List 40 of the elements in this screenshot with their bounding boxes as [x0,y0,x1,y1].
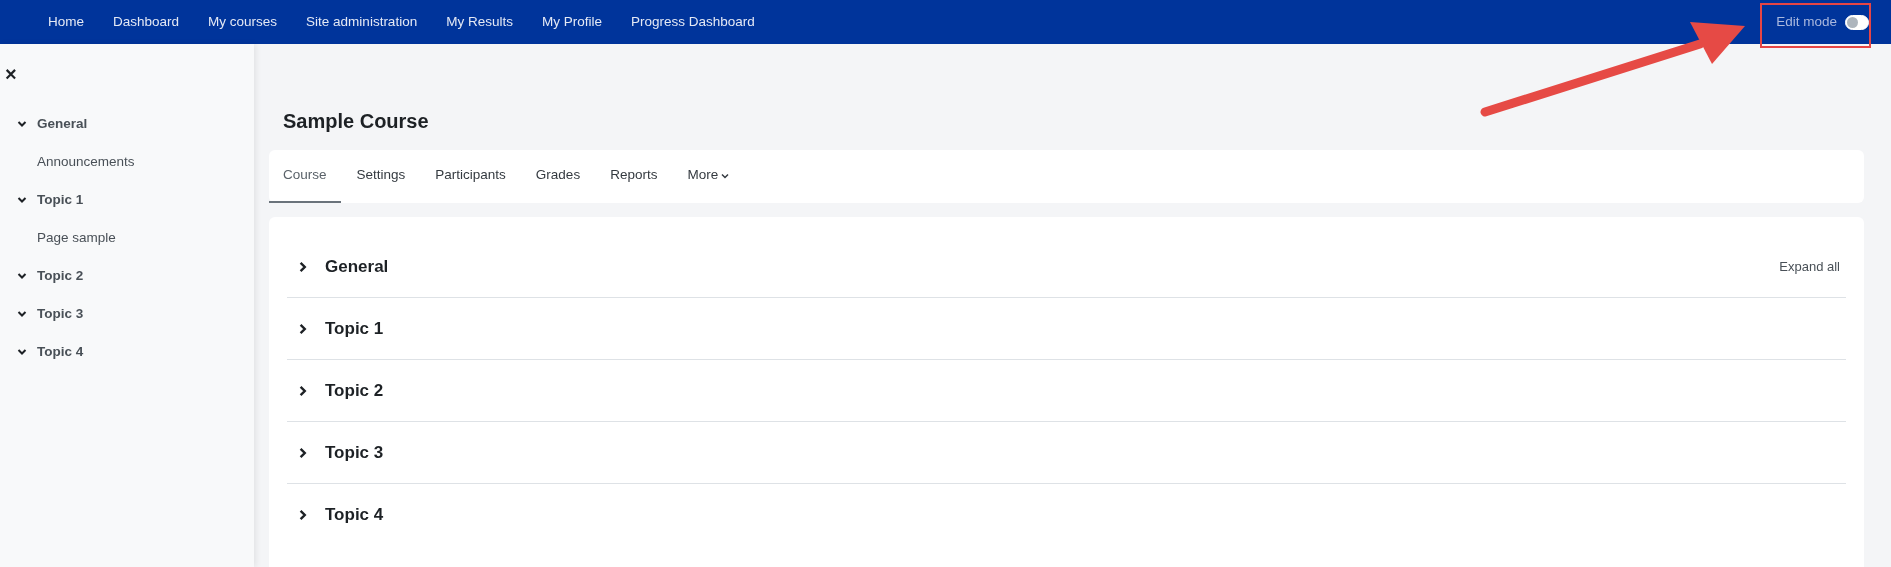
course-tab[interactable]: Settings [342,150,420,203]
nav-link[interactable]: Dashboard [113,11,180,33]
course-tab[interactable]: Grades [521,150,595,203]
nav-link[interactable]: Progress Dashboard [630,11,755,33]
chevron-right-icon[interactable] [297,509,309,521]
chevron-down-icon[interactable] [17,119,27,129]
section-link[interactable]: Topic 4 [37,341,84,363]
activity-link[interactable]: Announcements [37,151,135,173]
course-tab[interactable]: Participants [421,150,520,203]
nav-link[interactable]: My Profile [541,11,602,33]
activity-link[interactable]: Page sample [37,227,116,249]
chevron-down-icon[interactable] [17,271,27,281]
nav-link[interactable]: Site administration [306,11,418,33]
course-tab[interactable]: More [673,150,744,203]
chevron-right-icon[interactable] [297,322,309,335]
chevron-right-icon[interactable] [297,260,309,273]
nav-link[interactable]: My Results [446,11,513,33]
chevron-down-icon[interactable] [17,309,27,319]
section-link[interactable]: General [37,113,88,135]
nav-link[interactable]: Home [48,11,84,33]
section-title[interactable]: Topic 3 [325,439,384,466]
section-link[interactable]: Topic 1 [37,189,84,211]
course-tab[interactable]: Reports [596,150,672,203]
section-link[interactable]: Topic 3 [37,303,84,325]
edit-mode-label: Edit mode [1776,12,1837,31]
section-link[interactable]: Topic 2 [37,265,84,287]
course-tab[interactable]: Course [269,150,341,203]
chevron-down-icon[interactable] [17,195,27,205]
nav-link[interactable]: My courses [208,11,278,33]
course-title: Sample Course [283,109,430,134]
section-title[interactable]: Topic 4 [325,502,384,528]
section-title[interactable]: Topic 1 [325,315,384,342]
expand-all-link[interactable]: Expand all [1779,256,1846,277]
chevron-down-icon[interactable] [17,347,27,357]
close-button[interactable]: × [3,64,19,84]
section-title[interactable]: General [325,253,389,280]
section-title[interactable]: Topic 2 [325,377,384,404]
edit-mode-toggle[interactable] [1845,14,1869,30]
chevron-right-icon[interactable] [297,446,309,459]
chevron-right-icon[interactable] [297,384,309,397]
